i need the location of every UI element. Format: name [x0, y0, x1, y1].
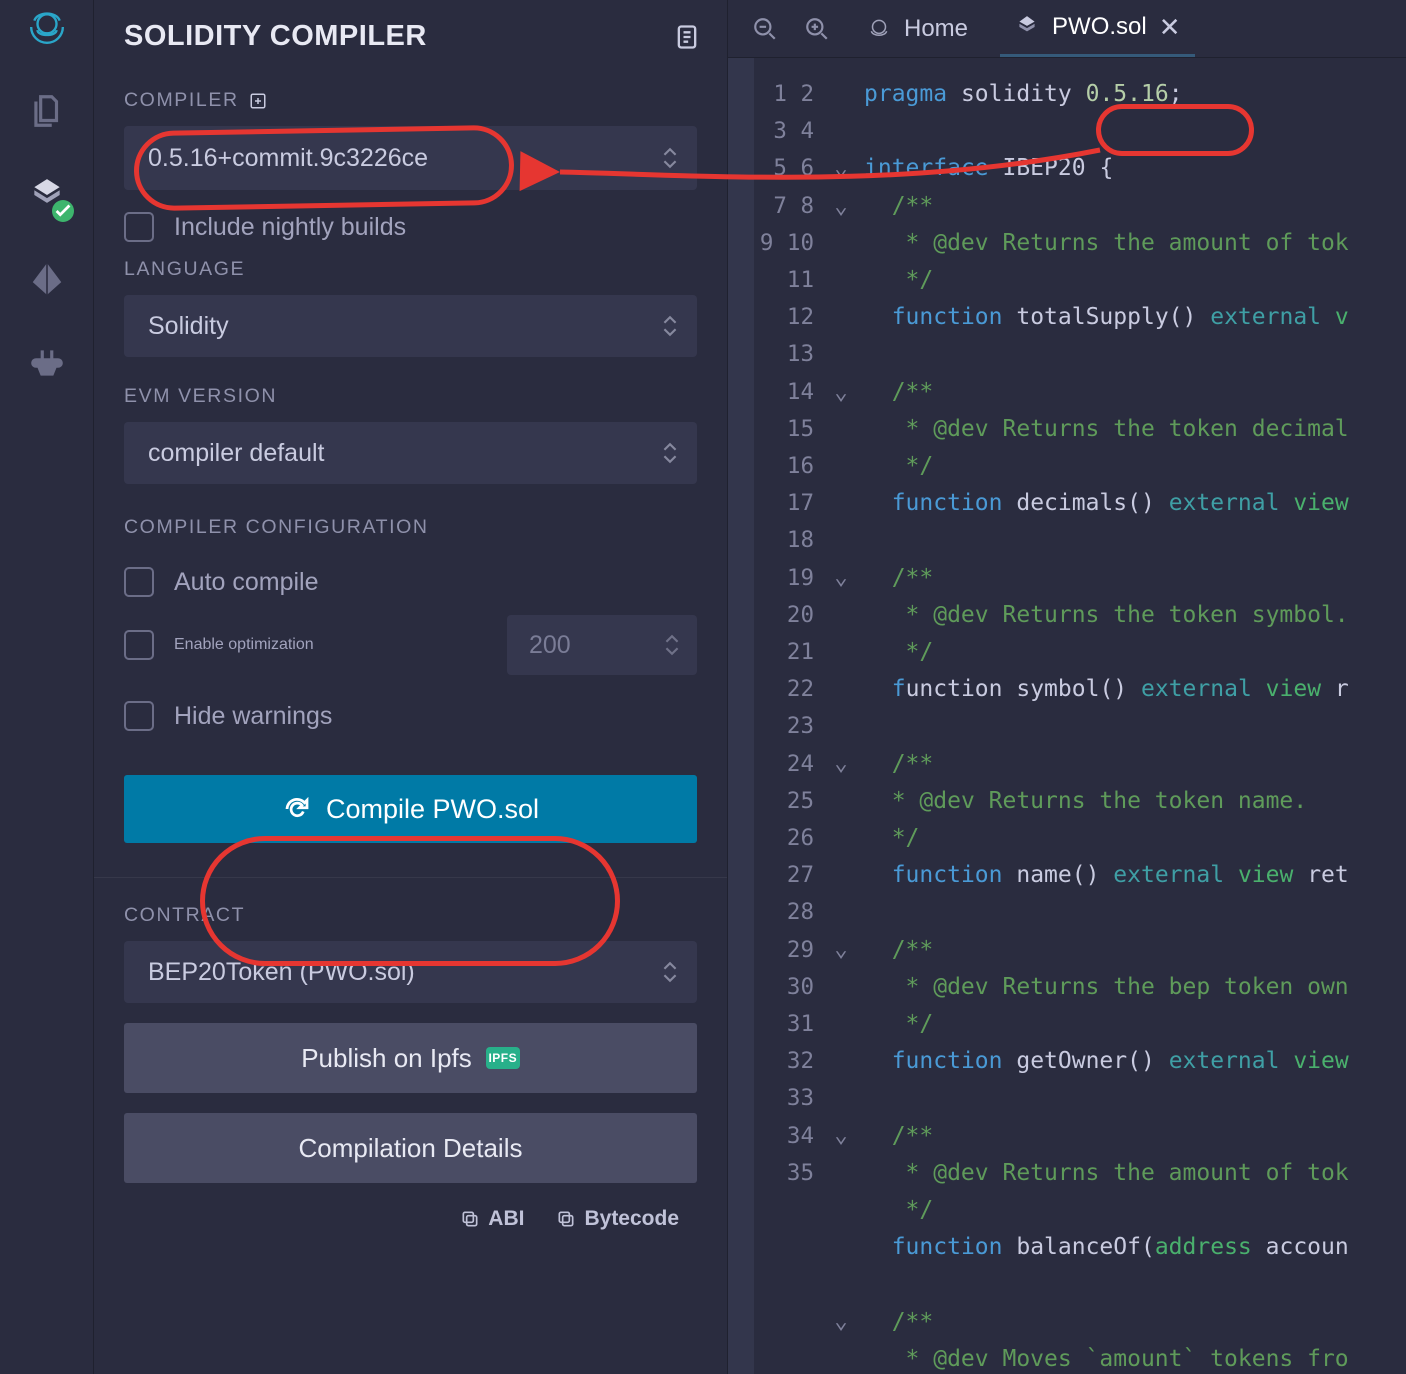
plugin-icon[interactable]	[24, 340, 70, 386]
ipfs-badge: IPFS	[486, 1047, 520, 1069]
copy-icon	[460, 1209, 480, 1229]
compile-button[interactable]: Compile PWO.sol	[124, 775, 697, 843]
auto-compile-checkbox[interactable]	[124, 567, 154, 597]
compilation-details-button[interactable]: Compilation Details	[124, 1113, 697, 1183]
compiler-panel: SOLIDITY COMPILER COMPILER 0.5.16+commit…	[94, 0, 728, 1374]
plus-square-icon[interactable]	[249, 92, 267, 110]
code-editor[interactable]: 1 2 3 4 5 6 7 8 9 10 11 12 13 14 15 16 1…	[728, 58, 1406, 1374]
evm-select[interactable]: compiler default	[124, 422, 697, 484]
line-gutter: 1 2 3 4 5 6 7 8 9 10 11 12 13 14 15 16 1…	[754, 58, 826, 1374]
hide-warnings-label[interactable]: Hide warnings	[174, 702, 332, 731]
file-explorer-icon[interactable]	[24, 88, 70, 134]
auto-compile-label[interactable]: Auto compile	[174, 568, 319, 597]
compiler-select[interactable]: 0.5.16+commit.9c3226ce	[124, 126, 697, 190]
copy-bytecode-button[interactable]: Bytecode	[556, 1207, 679, 1231]
chevron-updown-icon	[663, 442, 677, 464]
close-icon[interactable]: ✕	[1159, 12, 1181, 43]
optimize-checkbox[interactable]	[124, 630, 154, 660]
editor-area: Home PWO.sol ✕ 1 2 3 4 5 6 7 8 9 10 11 1…	[728, 0, 1406, 1374]
copy-abi-button[interactable]: ABI	[460, 1207, 524, 1231]
language-select[interactable]: Solidity	[124, 295, 697, 357]
language-label: LANGUAGE	[124, 258, 697, 281]
code-content[interactable]: pragma solidity 0.5.16; interface IBEP20…	[856, 58, 1406, 1374]
minimap-strip	[728, 58, 754, 1374]
copy-icon	[556, 1209, 576, 1229]
tab-home[interactable]: Home	[852, 0, 982, 57]
chevron-updown-icon	[663, 961, 677, 983]
compiler-label: COMPILER	[124, 89, 697, 112]
zoom-out-icon[interactable]	[748, 12, 782, 46]
solidity-file-icon	[1014, 14, 1040, 40]
remix-logo-icon[interactable]	[24, 4, 70, 50]
icon-rail	[0, 0, 94, 1374]
remix-logo-icon	[866, 16, 892, 42]
chevron-updown-icon	[665, 634, 679, 656]
check-badge-icon	[52, 200, 74, 222]
chevron-updown-icon	[663, 315, 677, 337]
contract-select[interactable]: BEP20Token (PWO.sol)	[124, 941, 697, 1003]
zoom-in-icon[interactable]	[800, 12, 834, 46]
refresh-icon	[282, 794, 312, 824]
evm-label: EVM VERSION	[124, 385, 697, 408]
panel-title: SOLIDITY COMPILER	[124, 20, 427, 53]
tab-file[interactable]: PWO.sol ✕	[1000, 0, 1194, 57]
contract-label: CONTRACT	[124, 904, 697, 927]
publish-ipfs-button[interactable]: Publish on Ipfs IPFS	[124, 1023, 697, 1093]
tab-bar: Home PWO.sol ✕	[728, 0, 1406, 58]
optimize-label[interactable]: Enable optimization	[174, 636, 314, 654]
optimize-runs-input[interactable]: 200	[507, 615, 697, 675]
hide-warnings-checkbox[interactable]	[124, 701, 154, 731]
compiler-icon[interactable]	[24, 172, 70, 218]
config-label: COMPILER CONFIGURATION	[124, 516, 697, 539]
chevron-updown-icon	[663, 147, 677, 169]
fold-column[interactable]: ⌄⌄⌄⌄⌄⌄⌄⌄	[826, 58, 856, 1374]
deploy-icon[interactable]	[24, 256, 70, 302]
nightly-checkbox[interactable]	[124, 212, 154, 242]
nightly-label[interactable]: Include nightly builds	[174, 213, 406, 242]
docs-icon[interactable]	[673, 23, 701, 51]
